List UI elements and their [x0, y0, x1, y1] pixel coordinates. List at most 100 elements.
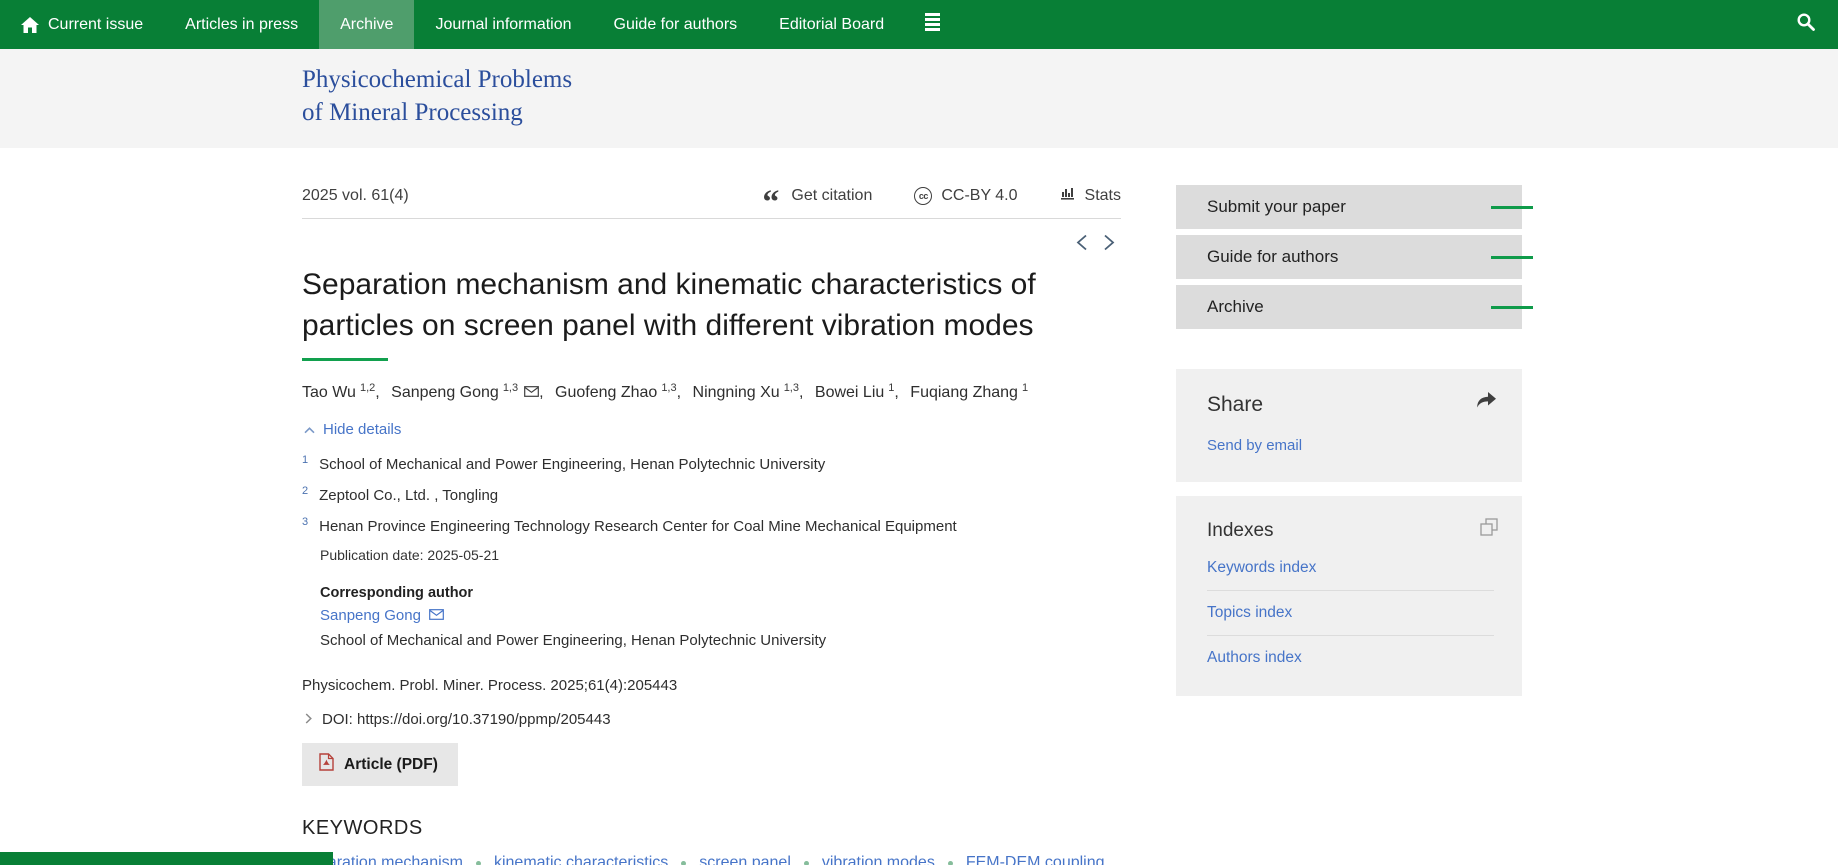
- author-name[interactable]: Fuqiang Zhang: [910, 384, 1018, 401]
- author-affiliation-sup: 1: [1022, 382, 1028, 394]
- previous-article-button[interactable]: [1076, 234, 1088, 252]
- nav-item-current-issue[interactable]: Current issue: [0, 0, 164, 49]
- author-separator: ,: [677, 384, 681, 401]
- topics-index-link[interactable]: Topics index: [1207, 591, 1494, 635]
- search-icon: [1796, 12, 1816, 37]
- author: Sanpeng Gong 1,3,: [391, 384, 543, 401]
- share-title: Share: [1207, 393, 1494, 417]
- article-meta-row: 2025 vol. 61(4) “ Get citation cc CC-BY …: [302, 186, 1121, 205]
- keyword-bullet: [681, 861, 686, 865]
- author-name[interactable]: Sanpeng Gong: [391, 384, 499, 401]
- corresponding-author-name: Sanpeng Gong: [320, 607, 421, 624]
- pdf-button-label: Article (PDF): [344, 756, 438, 774]
- corresponding-author-label: Corresponding author: [320, 585, 1121, 601]
- keyword-bullet: [948, 861, 953, 865]
- chevron-up-icon: [302, 421, 323, 438]
- author-name[interactable]: Ningning Xu: [693, 384, 780, 401]
- affiliation-text: Henan Province Engineering Technology Re…: [319, 518, 957, 535]
- nav-item-editorial-board[interactable]: Editorial Board: [758, 0, 905, 49]
- quote-icon: “: [762, 188, 782, 203]
- author-name[interactable]: Tao Wu: [302, 384, 356, 401]
- sidebar-button-archive[interactable]: Archive: [1176, 285, 1522, 329]
- keyword-bullet: [476, 861, 481, 865]
- affiliation-number: 1: [302, 454, 308, 466]
- journal-title-line2: of Mineral Processing: [302, 96, 1838, 129]
- affiliation: 2Zeptool Co., Ltd. , Tongling: [302, 485, 1121, 504]
- affiliation-list: 1School of Mechanical and Power Engineer…: [302, 454, 1121, 535]
- affiliation-number: 2: [302, 485, 308, 497]
- nav-item-journal-information[interactable]: Journal information: [414, 0, 592, 49]
- indexes-list: Keywords index Topics index Authors inde…: [1207, 546, 1494, 680]
- sidebar-button-guide-for-authors[interactable]: Guide for authors: [1176, 235, 1522, 279]
- author-separator: ,: [799, 384, 803, 401]
- keyword-link[interactable]: FEM-DEM coupling: [966, 854, 1105, 865]
- authors-index-link[interactable]: Authors index: [1207, 636, 1494, 680]
- chevron-left-icon: [1076, 238, 1088, 255]
- hide-details-label: Hide details: [323, 421, 401, 438]
- author-separator: ,: [539, 384, 543, 401]
- divider: [302, 218, 1121, 219]
- affiliation: 1School of Mechanical and Power Engineer…: [302, 454, 1121, 473]
- sidebar: Submit your paper Guide for authors Arch…: [1176, 185, 1522, 696]
- sidebar-button-submit-your-paper[interactable]: Submit your paper: [1176, 185, 1522, 229]
- nav-item-label: Archive: [340, 16, 393, 34]
- pages-icon: [1480, 518, 1498, 541]
- share-box: Share Send by email: [1176, 369, 1522, 482]
- author-name[interactable]: Guofeng Zhao: [555, 384, 657, 401]
- next-article-button[interactable]: [1103, 234, 1115, 252]
- share-arrow-icon[interactable]: [1474, 391, 1498, 414]
- nav-item-archive[interactable]: Archive: [319, 0, 414, 49]
- nav-item-label: Current issue: [48, 16, 143, 34]
- journal-title[interactable]: Physicochemical Problems of Mineral Proc…: [0, 49, 1838, 129]
- nav-item-label: Guide for authors: [614, 16, 738, 34]
- pdf-file-icon: [319, 753, 334, 776]
- keyword-link[interactable]: vibration modes: [822, 854, 935, 865]
- bar-chart-icon: [1060, 186, 1076, 205]
- author: Ningning Xu 1,3,: [693, 384, 804, 401]
- stats-button[interactable]: Stats: [1060, 186, 1121, 205]
- affiliation: 3Henan Province Engineering Technology R…: [302, 516, 1121, 535]
- issue-label: 2025 vol. 61(4): [302, 187, 409, 205]
- author: Guofeng Zhao 1,3,: [555, 384, 681, 401]
- nav-item-guide-for-authors[interactable]: Guide for authors: [593, 0, 759, 49]
- article-main: 2025 vol. 61(4) “ Get citation cc CC-BY …: [302, 148, 1121, 865]
- title-accent-bar: [302, 358, 388, 361]
- author-name[interactable]: Bowei Liu: [815, 384, 884, 401]
- get-citation-button[interactable]: “ Get citation: [762, 187, 872, 205]
- corresponding-author-link[interactable]: Sanpeng Gong: [320, 607, 444, 624]
- author-affiliation-sup: 1,3: [661, 382, 676, 394]
- license-link[interactable]: cc CC-BY 4.0: [914, 187, 1017, 205]
- author: Bowei Liu1,: [815, 384, 899, 401]
- menu-button[interactable]: [905, 0, 960, 49]
- article-pdf-button[interactable]: Article (PDF): [302, 743, 458, 786]
- article-pager: [302, 234, 1115, 252]
- author-list: Tao Wu1,2, Sanpeng Gong 1,3, Guofeng Zhao…: [302, 382, 1121, 402]
- author-affiliation-sup: 1,3: [784, 382, 799, 394]
- article-title-line2: particles on screen panel with different…: [302, 309, 1034, 342]
- keyword-link[interactable]: screen panel: [699, 854, 791, 865]
- email-envelope-icon[interactable]: [524, 384, 539, 401]
- cc-icon: cc: [914, 187, 932, 205]
- nav-item-articles-in-press[interactable]: Articles in press: [164, 0, 319, 49]
- keywords-heading: KEYWORDS: [302, 817, 1121, 840]
- search-button[interactable]: [1796, 0, 1816, 49]
- get-citation-label: Get citation: [791, 187, 872, 205]
- author-separator: ,: [894, 384, 898, 401]
- green-dash-accent: [1491, 256, 1533, 259]
- keyword-link[interactable]: kinematic characteristics: [494, 854, 668, 865]
- author: Tao Wu1,2,: [302, 384, 380, 401]
- journal-title-line1: Physicochemical Problems: [302, 63, 1838, 96]
- stats-label: Stats: [1085, 187, 1121, 205]
- home-icon: [21, 17, 39, 33]
- send-by-email-link[interactable]: Send by email: [1207, 437, 1494, 454]
- corresponding-author-affiliation: School of Mechanical and Power Engineeri…: [320, 632, 1121, 649]
- author-affiliation-sup: 1,3: [503, 382, 518, 394]
- citation-line: Physicochem. Probl. Miner. Process. 2025…: [302, 677, 1121, 694]
- doi-row: DOI: https://doi.org/10.37190/ppmp/20544…: [302, 711, 1121, 728]
- doi-link[interactable]: DOI: https://doi.org/10.37190/ppmp/20544…: [322, 711, 611, 728]
- author-separator: ,: [375, 384, 379, 401]
- hide-details-toggle[interactable]: Hide details: [302, 421, 1121, 438]
- keywords-index-link[interactable]: Keywords index: [1207, 546, 1494, 590]
- journal-header: Physicochemical Problems of Mineral Proc…: [0, 49, 1838, 148]
- green-dash-accent: [1491, 206, 1533, 209]
